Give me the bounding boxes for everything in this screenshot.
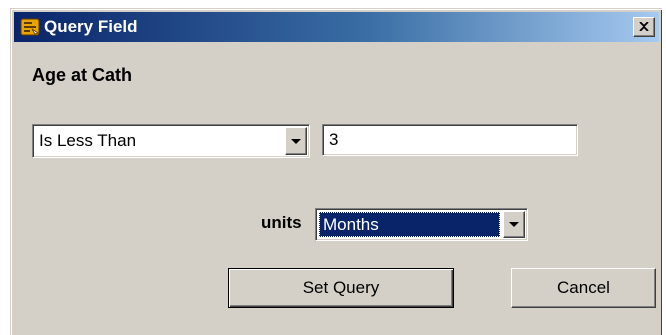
window-title: Query Field [44,17,138,36]
field-name-label: Age at Cath [32,65,133,85]
operator-dropdown-button[interactable] [285,127,307,155]
operator-dropdown[interactable]: Is Less Than [32,124,310,158]
database-query-icon [20,18,40,36]
cancel-button[interactable]: Cancel [511,268,656,308]
close-button[interactable] [633,17,655,37]
query-field-dialog: Query Field Age at Cath Is Less Than 3 u… [10,8,662,335]
value-input-text: 3 [329,130,339,149]
value-input[interactable]: 3 [322,124,578,156]
close-icon [639,18,649,36]
units-dropdown[interactable]: Months [315,208,528,241]
units-selected-value: Months [323,214,379,234]
title-bar[interactable]: Query Field [14,12,659,42]
set-query-button[interactable]: Set Query [228,268,454,308]
units-label: units [261,213,302,232]
chevron-down-icon [509,222,519,227]
operator-selected-value: Is Less Than [39,131,137,150]
units-dropdown-button[interactable] [503,211,525,238]
chevron-down-icon [291,138,301,144]
